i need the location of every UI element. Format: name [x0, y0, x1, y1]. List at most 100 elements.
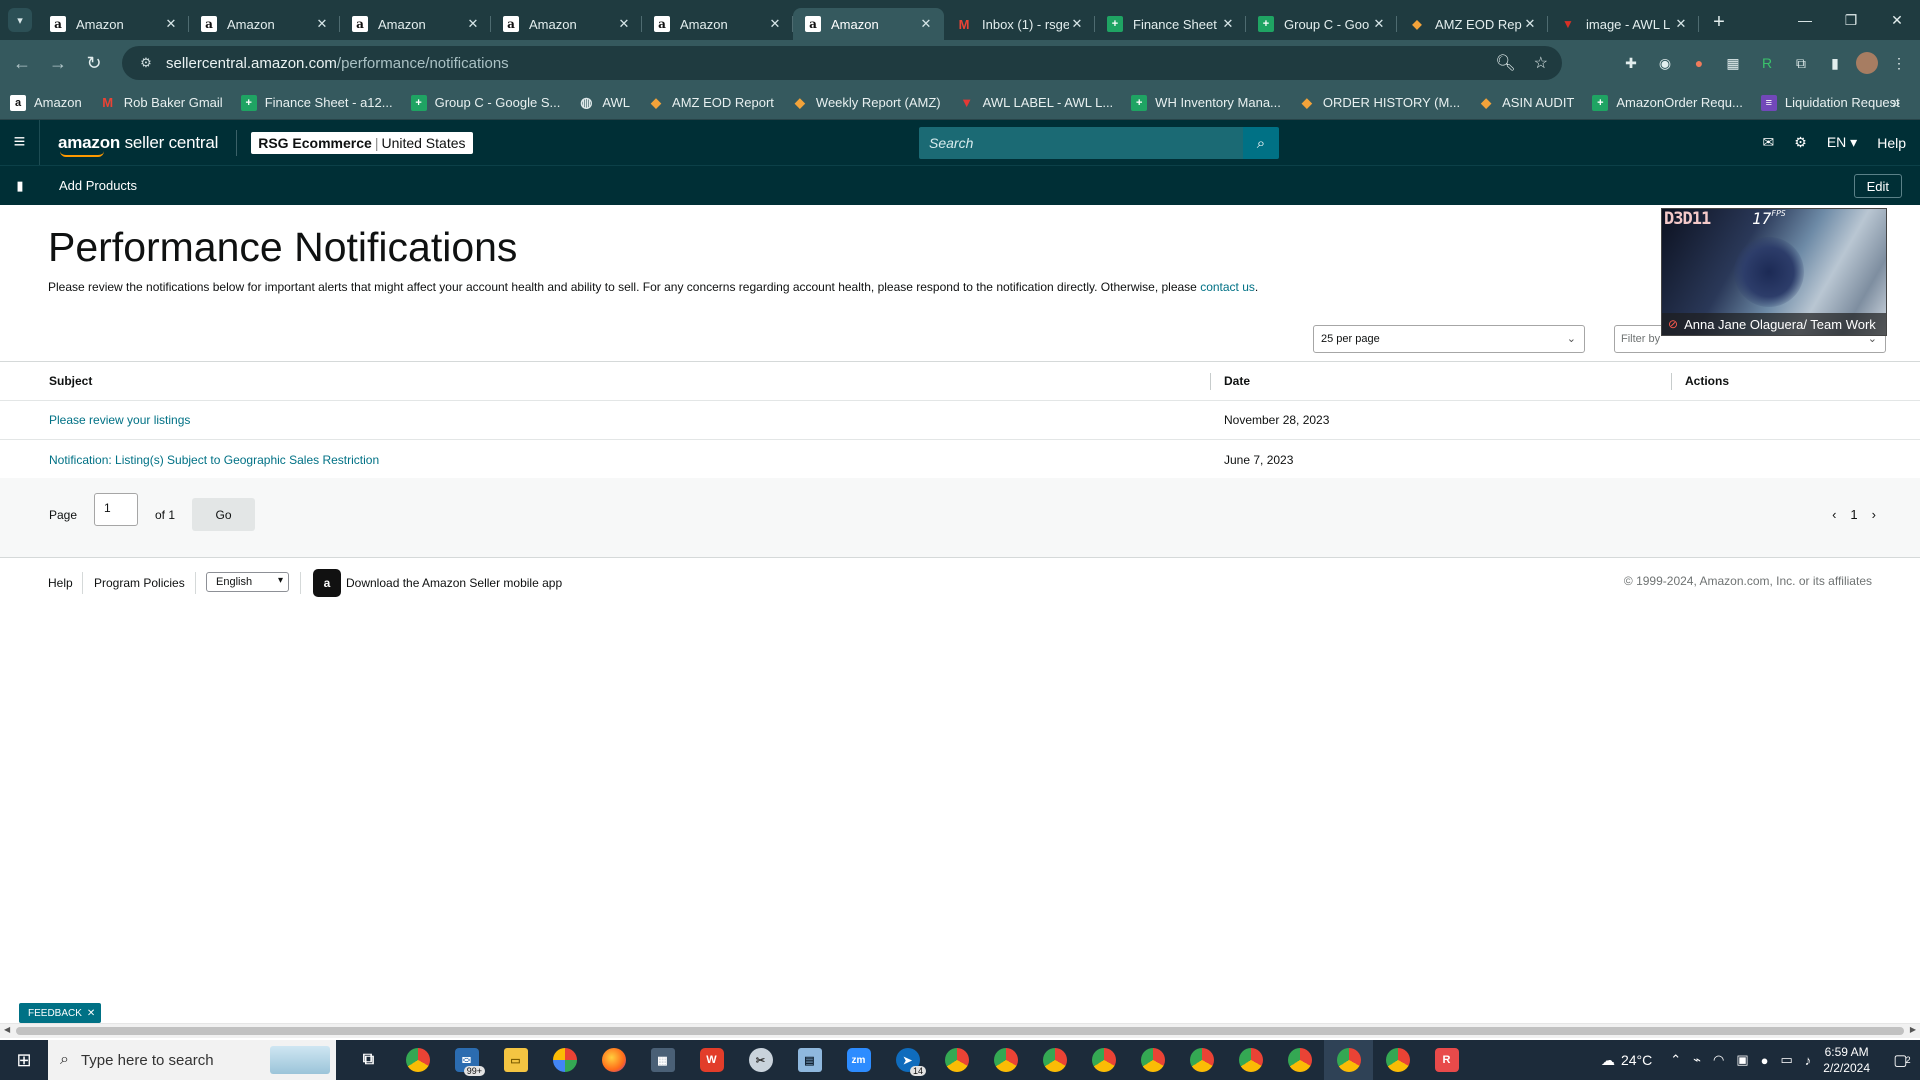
snipping-tool-icon[interactable]: ✂: [736, 1040, 785, 1080]
minimize-icon[interactable]: —: [1782, 0, 1828, 40]
camera-icon[interactable]: ▣: [1736, 1052, 1748, 1068]
chrome-icon[interactable]: [1128, 1040, 1177, 1080]
hamburger-menu-icon[interactable]: ≡: [0, 120, 40, 165]
extension-icon[interactable]: ✚: [1618, 50, 1644, 76]
bookmark-item[interactable]: ◆ AMZ EOD Report: [648, 95, 774, 111]
close-icon[interactable]: ✕: [314, 16, 330, 32]
weather-widget[interactable]: ☁ 24°C: [1601, 1052, 1652, 1069]
close-icon[interactable]: ✕: [767, 16, 783, 32]
clock[interactable]: 6:59 AM 2/2/2024: [1823, 1044, 1870, 1076]
rdp-app-icon[interactable]: R: [1422, 1040, 1471, 1080]
search-input[interactable]: Search: [919, 127, 1243, 159]
extension-icon[interactable]: ▦: [1720, 50, 1746, 76]
browser-tab[interactable]: ◆ AMZ EOD Rep ✕: [1397, 8, 1548, 40]
close-icon[interactable]: ✕: [1371, 16, 1387, 32]
notification-center-icon[interactable]: ▢ 2: [1884, 1040, 1920, 1080]
browser-tab[interactable]: a Amazon ✕: [642, 8, 793, 40]
side-panel-icon[interactable]: ▮: [1822, 50, 1848, 76]
bookmark-item[interactable]: ◆ ASIN AUDIT: [1478, 95, 1574, 111]
column-header-date[interactable]: Date: [1224, 374, 1250, 388]
download-app-link[interactable]: Download the Amazon Seller mobile app: [346, 576, 562, 590]
wps-office-icon[interactable]: W: [687, 1040, 736, 1080]
bookmark-item[interactable]: a Amazon: [10, 94, 82, 111]
browser-tab[interactable]: M Inbox (1) - rsge ✕: [944, 8, 1095, 40]
chrome-icon[interactable]: [1030, 1040, 1079, 1080]
wifi-icon[interactable]: ◠: [1713, 1052, 1724, 1068]
bookmark-item[interactable]: M Rob Baker Gmail: [100, 95, 222, 111]
bookmark-item[interactable]: ◍ AWL: [578, 94, 630, 111]
browser-tab[interactable]: a Amazon ✕: [189, 8, 340, 40]
network-off-icon[interactable]: ⌁: [1693, 1052, 1701, 1068]
notification-subject-link[interactable]: Please review your listings: [49, 413, 190, 427]
chevron-right-icon[interactable]: ›: [1872, 507, 1876, 522]
page-number-input[interactable]: 1: [94, 493, 138, 526]
back-icon[interactable]: ←: [4, 45, 40, 81]
bookmark-item[interactable]: ◆ ORDER HISTORY (M...: [1299, 95, 1460, 111]
feedback-button[interactable]: FEEDBACK ✕: [19, 1003, 102, 1023]
extension-icon[interactable]: ●: [1686, 50, 1712, 76]
mail-app-icon[interactable]: ✉ 99+: [442, 1040, 491, 1080]
settings-gear-icon[interactable]: ⚙: [1794, 134, 1807, 151]
bookmark-star-icon[interactable]: ☆: [1534, 53, 1548, 73]
close-icon[interactable]: ✕: [1069, 16, 1085, 32]
chrome-icon[interactable]: [1079, 1040, 1128, 1080]
go-button[interactable]: Go: [192, 498, 255, 531]
volume-icon[interactable]: ♪: [1805, 1053, 1812, 1068]
bookmark-item[interactable]: + WH Inventory Mana...: [1131, 94, 1281, 111]
scrollbar-thumb[interactable]: [16, 1027, 1904, 1035]
close-icon[interactable]: ✕: [1522, 16, 1538, 32]
bookmark-item[interactable]: ▼ AWL LABEL - AWL L...: [959, 95, 1113, 111]
taskbar-search[interactable]: ⌕ Type here to search: [48, 1040, 336, 1080]
add-products-link[interactable]: Add Products: [59, 178, 137, 193]
footer-help-link[interactable]: Help: [48, 576, 73, 590]
more-bookmarks-icon[interactable]: »: [1892, 94, 1900, 110]
mail-icon[interactable]: ✉: [1763, 134, 1775, 151]
close-icon[interactable]: ✕: [918, 16, 934, 32]
new-tab-button[interactable]: +: [1705, 8, 1733, 36]
photos-icon[interactable]: [540, 1040, 589, 1080]
zoom-icon[interactable]: zm: [834, 1040, 883, 1080]
profile-avatar[interactable]: [1856, 52, 1878, 74]
chrome-icon-active[interactable]: [1324, 1040, 1373, 1080]
extensions-puzzle-icon[interactable]: ⧉: [1788, 50, 1814, 76]
current-page-number[interactable]: 1: [1850, 507, 1857, 522]
bookmark-item[interactable]: ◆ Weekly Report (AMZ): [792, 95, 941, 111]
close-window-icon[interactable]: ✕: [1874, 0, 1920, 40]
scroll-left-icon[interactable]: ◀: [4, 1025, 10, 1034]
chrome-icon[interactable]: [1177, 1040, 1226, 1080]
scroll-right-icon[interactable]: ▶: [1910, 1025, 1916, 1034]
contact-us-link[interactable]: contact us: [1200, 280, 1255, 294]
url-field[interactable]: ⚙ sellercentral.amazon.com/performance/n…: [122, 46, 1562, 80]
browser-tab[interactable]: + Group C - Goo ✕: [1246, 8, 1397, 40]
seller-central-logo[interactable]: amazon seller central: [58, 133, 218, 157]
file-explorer-icon[interactable]: ▭: [491, 1040, 540, 1080]
notepad-icon[interactable]: ▤: [785, 1040, 834, 1080]
chrome-icon[interactable]: [981, 1040, 1030, 1080]
extension-off-icon[interactable]: ◉: [1652, 50, 1678, 76]
program-policies-link[interactable]: Program Policies: [94, 576, 185, 590]
browser-tab[interactable]: a Amazon ✕: [340, 8, 491, 40]
microphone-icon[interactable]: ●: [1761, 1053, 1769, 1068]
notification-subject-link[interactable]: Notification: Listing(s) Subject to Geog…: [49, 453, 379, 467]
forward-icon[interactable]: →: [40, 45, 76, 81]
close-icon[interactable]: ✕: [465, 16, 481, 32]
browser-tab[interactable]: + Finance Sheet ✕: [1095, 8, 1246, 40]
chrome-icon[interactable]: [1226, 1040, 1275, 1080]
windows-start-icon[interactable]: ⊞: [0, 1040, 48, 1080]
site-settings-icon[interactable]: ⚙: [130, 55, 162, 71]
calculator-icon[interactable]: ▦: [638, 1040, 687, 1080]
bookmark-item[interactable]: ≡ Liquidation Request: [1760, 94, 1900, 111]
battery-icon[interactable]: ▭: [1780, 1052, 1792, 1068]
horizontal-scrollbar[interactable]: ◀ ▶: [0, 1023, 1920, 1038]
show-hidden-icons-icon[interactable]: ⌃: [1670, 1052, 1681, 1068]
chrome-icon[interactable]: [1373, 1040, 1422, 1080]
language-selector[interactable]: EN ▾: [1827, 134, 1857, 151]
zoom-icon[interactable]: 🔍︎: [1495, 53, 1515, 73]
per-page-select[interactable]: 25 per page ⌄: [1313, 325, 1585, 353]
edit-button[interactable]: Edit: [1853, 174, 1902, 198]
footer-language-select[interactable]: English ▾: [206, 572, 289, 592]
extension-icon[interactable]: R: [1754, 50, 1780, 76]
browser-tab[interactable]: a Amazon ✕: [38, 8, 189, 40]
teams-icon[interactable]: ➤ 14: [883, 1040, 932, 1080]
reload-icon[interactable]: ↻: [76, 45, 112, 81]
